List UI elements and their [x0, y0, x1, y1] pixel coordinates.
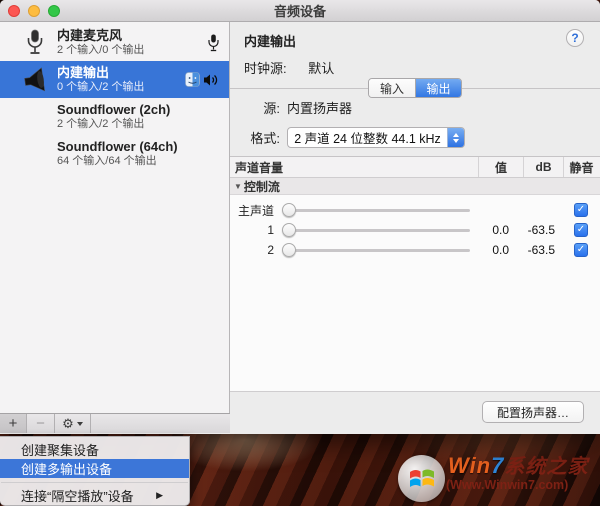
control-stream-group-row[interactable]: ▼ 控制流: [230, 178, 600, 195]
zoom-button[interactable]: [48, 5, 60, 17]
db-cell: -63.5: [527, 243, 555, 257]
db-cell: -63.5: [527, 223, 555, 237]
submenu-arrow-icon: ▶: [156, 490, 163, 500]
slider-knob[interactable]: [282, 243, 296, 257]
col-header-db: dB: [523, 157, 563, 177]
mute-checkbox-2[interactable]: ✓: [574, 243, 588, 257]
add-device-button[interactable]: +: [0, 414, 27, 433]
toolbar-filler: [91, 414, 230, 433]
mute-checkbox-master[interactable]: ✓: [574, 203, 588, 217]
slider-track: [282, 209, 470, 212]
channel-volume-table: 声道音量 值 dB 静音 ▼ 控制流 主声道 ✓ 1 0.0 -63.5 ✓ 2…: [230, 157, 600, 391]
chevron-down-icon: [76, 421, 83, 426]
watermark-win: Win: [448, 453, 492, 478]
volume-slider-2[interactable]: [282, 243, 474, 257]
device-detail: 64 个输入/64 个输出: [57, 154, 157, 167]
volume-slider-master[interactable]: [282, 203, 474, 217]
slider-track: [282, 229, 470, 232]
device-row-soundflower-2ch[interactable]: Soundflower (2ch) 2 个输入/2 个输出: [0, 98, 229, 135]
watermark-brand: Win7系统之家: [448, 450, 588, 479]
clock-source-label: 时钟源:: [244, 61, 287, 76]
device-list: 内建麦克风 2 个输入/0 个输出 内建输出 0 个输入/2 个输出 Sound…: [0, 22, 229, 172]
titlebar[interactable]: 音频设备: [0, 0, 600, 22]
device-name: 内建麦克风: [57, 27, 123, 43]
col-header-value: 值: [478, 157, 523, 177]
watermark-seven: 7: [491, 453, 505, 478]
value-cell: 0.0: [492, 243, 509, 257]
menu-item-create-aggregate-device[interactable]: 创建聚集设备: [0, 440, 189, 459]
volume-slider-1[interactable]: [282, 223, 474, 237]
device-detail-panel: 内建输出 时钟源: 默认 ? 输入 输出 源: 内置扬声器 格式: 2 声道 2…: [230, 22, 600, 433]
menu-item-connect-airplay-device[interactable]: 连接“隔空播放”设备 ▶: [0, 486, 189, 505]
device-name: Soundflower (2ch): [57, 101, 171, 117]
col-header-channel: 声道音量: [235, 160, 284, 175]
panel-footer: 配置扬声器…: [230, 391, 600, 432]
tab-input[interactable]: 输入: [369, 79, 415, 97]
mute-checkbox-1[interactable]: ✓: [574, 223, 588, 237]
device-sidebar: 内建麦克风 2 个输入/0 个输出 内建输出 0 个输入/2 个输出 Sound…: [0, 22, 230, 433]
menu-separator: [1, 482, 188, 483]
channel-label: 1: [267, 223, 274, 237]
traffic-lights: [8, 5, 60, 17]
col-header-mute: 静音: [563, 157, 599, 177]
sidebar-toolbar: + − ⚙: [0, 413, 230, 433]
tab-output[interactable]: 输出: [415, 79, 461, 97]
close-button[interactable]: [8, 5, 20, 17]
default-output-speaker-icon: [203, 73, 219, 87]
clock-source-value: 默认: [308, 61, 335, 76]
table-row-channel-1: 1 0.0 -63.5 ✓: [230, 220, 600, 240]
io-tabs: 输入 输出: [368, 78, 462, 98]
group-label: 控制流: [243, 179, 280, 194]
window-title: 音频设备: [273, 4, 326, 19]
speaker-icon: [22, 66, 48, 94]
slider-knob[interactable]: [282, 223, 296, 237]
format-label: 格式:: [250, 131, 280, 146]
slider-knob[interactable]: [282, 203, 296, 217]
watermark-suffix: 系统之家: [504, 456, 589, 478]
table-row-master: 主声道 ✓: [230, 200, 600, 220]
device-row-built-in-mic[interactable]: 内建麦克风 2 个输入/0 个输出: [0, 24, 229, 61]
microphone-icon: [22, 29, 48, 57]
device-name: 内建输出: [57, 64, 110, 80]
actions-menu-button[interactable]: ⚙: [55, 414, 91, 433]
source-format-section: 源: 内置扬声器 格式: 2 声道 24 位整数 44.1 kHz: [230, 89, 600, 157]
help-button[interactable]: ?: [566, 29, 584, 47]
menu-item-create-multi-output-device[interactable]: 创建多输出设备: [0, 459, 189, 478]
device-row-soundflower-64ch[interactable]: Soundflower (64ch) 64 个输入/64 个输出: [0, 135, 229, 172]
screen: Win7系统之家 (Www.Winwin7.com) 音频设备 内建麦克风 2 …: [0, 0, 600, 506]
default-input-mic-icon: [208, 34, 219, 52]
device-name: Soundflower (64ch): [57, 138, 178, 154]
channel-label: 主声道: [237, 203, 274, 218]
win7-watermark: Win7系统之家 (Www.Winwin7.com): [396, 450, 596, 506]
menu-item-label: 连接“隔空播放”设备: [21, 489, 134, 504]
channel-label: 2: [267, 243, 274, 257]
device-row-built-in-output[interactable]: 内建输出 0 个输入/2 个输出: [0, 61, 229, 98]
audio-devices-window: 音频设备 内建麦克风 2 个输入/0 个输出 内建输出 0 个输入/2 个输出 …: [0, 0, 600, 434]
format-dropdown[interactable]: 2 声道 24 位整数 44.1 kHz: [287, 127, 465, 148]
configure-speakers-button[interactable]: 配置扬声器…: [481, 401, 584, 423]
device-detail: 2 个输入/2 个输出: [57, 117, 145, 130]
table-header: 声道音量 值 dB 静音: [230, 157, 600, 178]
table-row-channel-2: 2 0.0 -63.5 ✓: [230, 240, 600, 260]
stepper-arrows-icon: [447, 128, 464, 147]
windows-logo-icon: [398, 455, 445, 502]
finder-badge-icon: [185, 72, 200, 87]
actions-context-menu: 创建聚集设备 创建多输出设备 连接“隔空播放”设备 ▶: [0, 436, 190, 506]
slider-track: [282, 249, 470, 252]
panel-device-title: 内建输出: [244, 34, 297, 49]
value-cell: 0.0: [492, 223, 509, 237]
source-label: 源:: [263, 101, 280, 116]
device-detail: 2 个输入/0 个输出: [57, 43, 145, 56]
gear-icon: ⚙: [62, 415, 74, 431]
minimize-button[interactable]: [28, 5, 40, 17]
format-value: 2 声道 24 位整数 44.1 kHz: [294, 132, 441, 146]
remove-device-button[interactable]: −: [27, 414, 55, 433]
device-detail: 0 个输入/2 个输出: [57, 80, 145, 93]
disclosure-triangle-icon[interactable]: ▼: [234, 182, 242, 191]
source-value: 内置扬声器: [287, 101, 353, 116]
watermark-url: (Www.Winwin7.com): [446, 478, 569, 492]
